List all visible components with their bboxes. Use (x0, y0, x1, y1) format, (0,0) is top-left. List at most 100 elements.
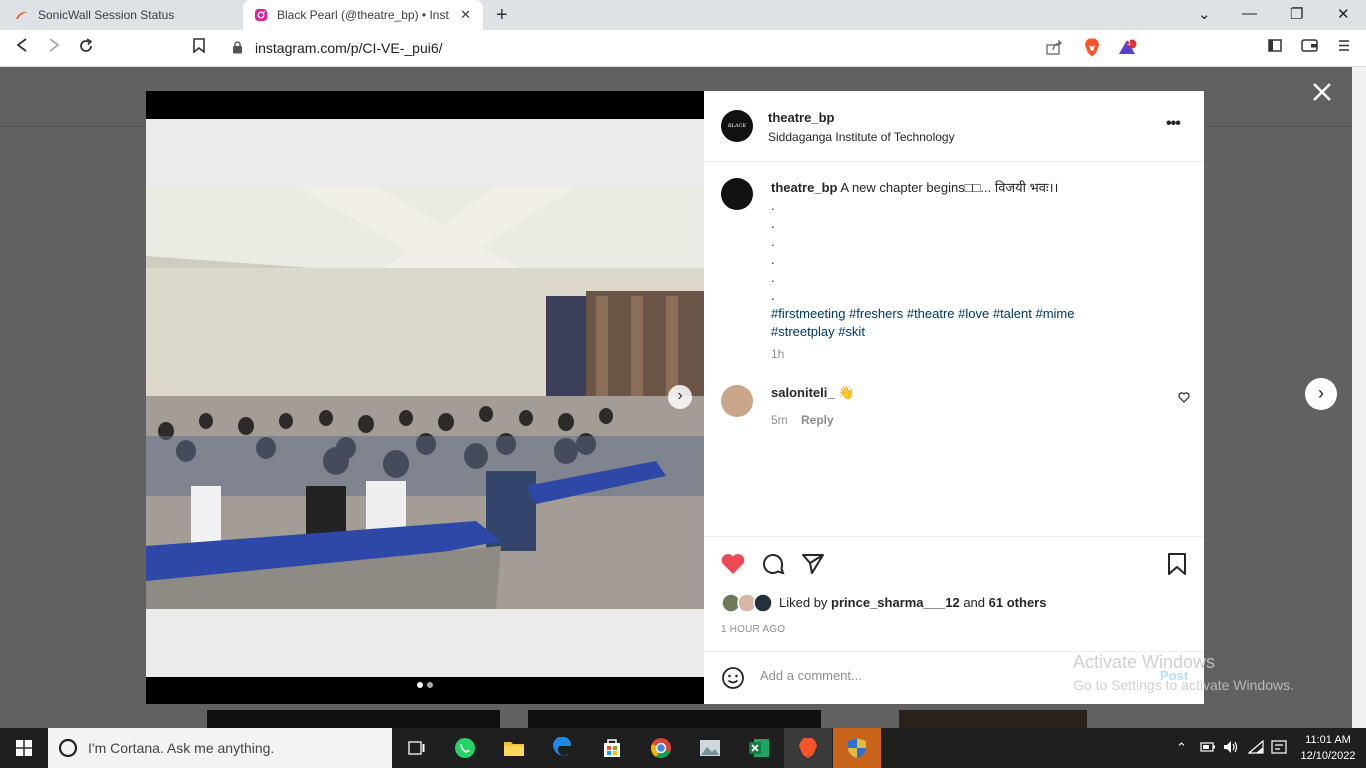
liker-avatars[interactable] (721, 593, 775, 618)
likes-summary: Liked by prince_sharma___12 and 61 other… (779, 595, 1046, 610)
brave-rewards-icon[interactable]: 1 (1118, 38, 1138, 60)
like-comment-icon[interactable] (1178, 392, 1190, 406)
tray-chevron-icon[interactable]: ⌃ (1176, 740, 1187, 756)
address-bar[interactable]: instagram.com/p/CI-VE-_pui6/ 1 (222, 34, 1146, 62)
task-view-icon[interactable] (392, 728, 440, 768)
photos-icon[interactable] (686, 728, 734, 768)
activate-windows-title: Activate Windows (1073, 652, 1216, 672)
more-options-icon[interactable]: ••• (1166, 115, 1181, 133)
tab-instagram[interactable]: Black Pearl (@theatre_bp) • Instagram ✕ (243, 0, 483, 30)
heart-icon[interactable] (720, 552, 746, 581)
shield-app-icon[interactable] (833, 728, 881, 768)
wave-emoji-icon: 👋 (838, 385, 855, 400)
posted-ago[interactable]: 1 HOUR AGO (721, 624, 785, 635)
bookmark-icon[interactable] (193, 38, 205, 58)
menu-icon[interactable] (1338, 39, 1350, 56)
volume-icon[interactable] (1223, 740, 1239, 759)
caption-dot: . (771, 270, 775, 285)
close-tab-icon[interactable]: ✕ (460, 7, 471, 23)
minimize-icon[interactable]: — (1242, 5, 1257, 22)
store-icon[interactable] (588, 728, 636, 768)
hashtags-line2[interactable]: #streetplay #skit (771, 323, 1181, 341)
tab-title: SonicWall Session Status (38, 8, 175, 22)
next-post-button[interactable]: › (1305, 378, 1337, 410)
restore-icon[interactable]: ❐ (1290, 5, 1303, 23)
activate-windows-subtitle: Go to Settings to activate Windows. (1073, 677, 1294, 693)
lock-icon (232, 41, 243, 59)
wifi-icon[interactable] (1247, 739, 1264, 759)
forward-icon[interactable] (48, 38, 60, 57)
avatar[interactable] (721, 385, 753, 417)
page-scrollbar[interactable] (1352, 67, 1366, 728)
system-clock[interactable]: 11:01 AM 12/10/2022 (1296, 732, 1360, 764)
rewards-badge: 1 (1127, 38, 1132, 47)
save-icon[interactable] (1167, 552, 1187, 581)
tab-sonicwall[interactable]: SonicWall Session Status (0, 0, 242, 30)
new-tab-icon[interactable]: + (496, 4, 508, 27)
caption-dot: . (771, 216, 775, 231)
carousel-dots (417, 682, 433, 688)
instagram-page: › BLACK PEARL theatre_bp Siddaganga Inst… (0, 67, 1366, 728)
file-explorer-icon[interactable] (490, 728, 538, 768)
comment: saloniteli_ 👋 (771, 385, 854, 401)
battery-icon[interactable] (1200, 740, 1216, 759)
tab-title: Black Pearl (@theatre_bp) • Instagram (277, 8, 449, 22)
windows-taskbar: I'm Cortana. Ask me anything. ⌃ 11:01 AM… (0, 728, 1366, 768)
cortana-search[interactable]: I'm Cortana. Ask me anything. (48, 728, 392, 768)
comment-icon[interactable] (761, 552, 785, 581)
brave-taskbar-icon[interactable] (784, 728, 832, 768)
post-actions: Liked by prince_sharma___12 and 61 other… (704, 536, 1204, 654)
reload-icon[interactable] (78, 38, 94, 59)
liked-by-user[interactable]: prince_sharma___12 (831, 595, 960, 610)
hashtags-line1[interactable]: #firstmeeting #freshers #theatre #love #… (771, 305, 1181, 323)
liked-prefix: Liked by (779, 595, 828, 610)
browser-toolbar: instagram.com/p/CI-VE-_pui6/ 1 (0, 30, 1366, 67)
next-image-button[interactable]: › (668, 385, 692, 409)
liked-and: and (963, 595, 986, 610)
caption-dot: . (771, 234, 775, 249)
close-window-icon[interactable]: ✕ (1337, 5, 1350, 23)
post-location[interactable]: Siddaganga Institute of Technology (768, 130, 955, 144)
avatar[interactable]: BLACK PEARL (721, 110, 753, 142)
liked-others[interactable]: 61 others (989, 595, 1047, 610)
post-side-panel: BLACK PEARL theatre_bp Siddaganga Instit… (704, 91, 1204, 704)
cortana-icon (58, 738, 78, 763)
caption-text: A new chapter begins□□... विजयी भवः।। (840, 180, 1059, 195)
caption-area: theatre_bp A new chapter begins□□... विज… (704, 163, 1204, 537)
url-text: instagram.com/p/CI-VE-_pui6/ (255, 40, 443, 56)
media-frame: › (146, 119, 704, 688)
clock-date: 12/10/2022 (1300, 750, 1356, 762)
instagram-icon (253, 7, 269, 23)
tab-bar: SonicWall Session Status Black Pearl (@t… (0, 0, 1366, 30)
wallet-icon[interactable] (1301, 39, 1318, 56)
brave-shield-icon[interactable] (1084, 38, 1100, 62)
chrome-icon[interactable] (637, 728, 685, 768)
avatar[interactable] (721, 178, 753, 210)
comment-time[interactable]: 5m (771, 413, 788, 427)
caption-username[interactable]: theatre_bp (771, 180, 837, 195)
close-modal-icon[interactable] (1310, 81, 1334, 105)
excel-icon[interactable] (735, 728, 783, 768)
carousel-dot (427, 682, 433, 688)
reply-button[interactable]: Reply (801, 413, 834, 427)
comment-input[interactable]: Add a comment... (760, 668, 862, 683)
post-photo[interactable] (146, 186, 704, 609)
emoji-icon[interactable] (721, 666, 745, 695)
ime-icon[interactable] (1271, 740, 1287, 759)
edge-icon[interactable] (539, 728, 587, 768)
caption: theatre_bp A new chapter begins□□... विज… (771, 179, 1181, 341)
whatsapp-icon[interactable] (441, 728, 489, 768)
sidebar-icon[interactable] (1268, 39, 1282, 56)
cortana-placeholder: I'm Cortana. Ask me anything. (88, 740, 275, 756)
caption-dot: . (771, 252, 775, 267)
comment-username[interactable]: saloniteli_ (771, 385, 835, 400)
back-icon[interactable] (16, 38, 28, 57)
post-media: › (146, 91, 704, 704)
post-username[interactable]: theatre_bp (768, 110, 834, 125)
clock-time: 11:01 AM (1305, 734, 1351, 746)
windows-start-icon[interactable] (0, 728, 48, 768)
share-icon[interactable] (1046, 40, 1063, 60)
caption-time[interactable]: 1h (771, 347, 784, 361)
chevron-down-icon[interactable]: ⌄ (1198, 5, 1211, 23)
share-post-icon[interactable] (801, 552, 825, 581)
